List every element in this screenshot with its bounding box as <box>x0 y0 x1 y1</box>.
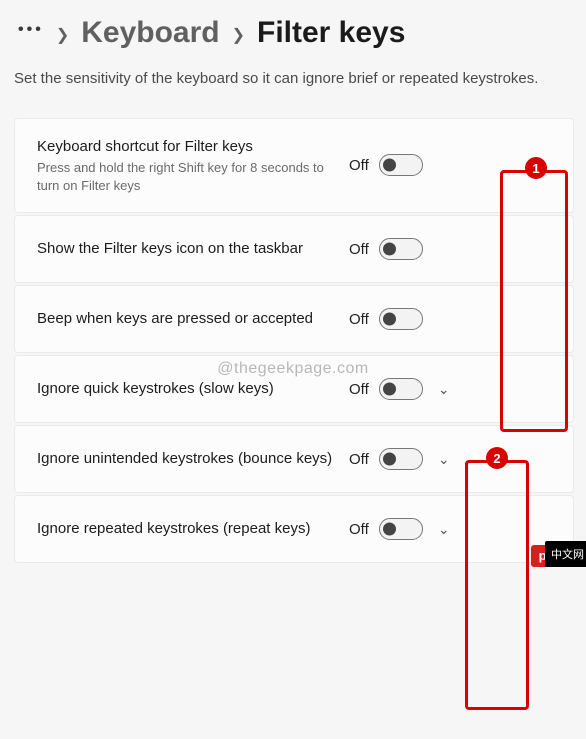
toggle-status: Off <box>349 241 369 258</box>
toggle-status: Off <box>349 381 369 398</box>
setting-subtitle: Press and hold the right Shift key for 8… <box>37 159 337 194</box>
setting-row-beep: Beep when keys are pressed or accepted O… <box>14 285 574 353</box>
settings-list: Keyboard shortcut for Filter keys Press … <box>14 118 574 563</box>
chevron-down-icon[interactable]: ⌄ <box>433 381 455 398</box>
setting-row-repeat-keys[interactable]: Ignore repeated keystrokes (repeat keys)… <box>14 495 574 563</box>
breadcrumb-overflow-icon[interactable]: ••• <box>18 21 44 45</box>
setting-row-bounce-keys[interactable]: Ignore unintended keystrokes (bounce key… <box>14 425 574 493</box>
toggle-switch[interactable] <box>379 308 423 330</box>
toggle-switch[interactable] <box>379 448 423 470</box>
page-title: Filter keys <box>257 16 405 50</box>
page-description: Set the sensitivity of the keyboard so i… <box>14 60 574 118</box>
setting-title: Ignore unintended keystrokes (bounce key… <box>37 449 337 469</box>
toggle-status: Off <box>349 521 369 538</box>
toggle-switch[interactable] <box>379 378 423 400</box>
setting-title: Beep when keys are pressed or accepted <box>37 309 337 329</box>
setting-title: Keyboard shortcut for Filter keys <box>37 137 337 157</box>
breadcrumb: ••• ❯ Keyboard ❯ Filter keys <box>14 10 574 60</box>
breadcrumb-link-keyboard[interactable]: Keyboard <box>81 16 219 50</box>
chevron-down-icon[interactable]: ⌄ <box>433 451 455 468</box>
toggle-status: Off <box>349 311 369 328</box>
footer-cn-badge: 中文网 <box>545 541 586 567</box>
setting-title: Show the Filter keys icon on the taskbar <box>37 239 337 259</box>
setting-title: Ignore quick keystrokes (slow keys) <box>37 379 337 399</box>
setting-title: Ignore repeated keystrokes (repeat keys) <box>37 519 337 539</box>
toggle-status: Off <box>349 451 369 468</box>
setting-row-keyboard-shortcut: Keyboard shortcut for Filter keys Press … <box>14 118 574 213</box>
toggle-status: Off <box>349 157 369 174</box>
toggle-switch[interactable] <box>379 238 423 260</box>
setting-row-slow-keys[interactable]: Ignore quick keystrokes (slow keys) Off … <box>14 355 574 423</box>
chevron-right-icon: ❯ <box>232 21 245 45</box>
setting-row-taskbar-icon: Show the Filter keys icon on the taskbar… <box>14 215 574 283</box>
chevron-right-icon: ❯ <box>56 21 69 45</box>
chevron-down-icon[interactable]: ⌄ <box>433 521 455 538</box>
toggle-switch[interactable] <box>379 154 423 176</box>
toggle-switch[interactable] <box>379 518 423 540</box>
